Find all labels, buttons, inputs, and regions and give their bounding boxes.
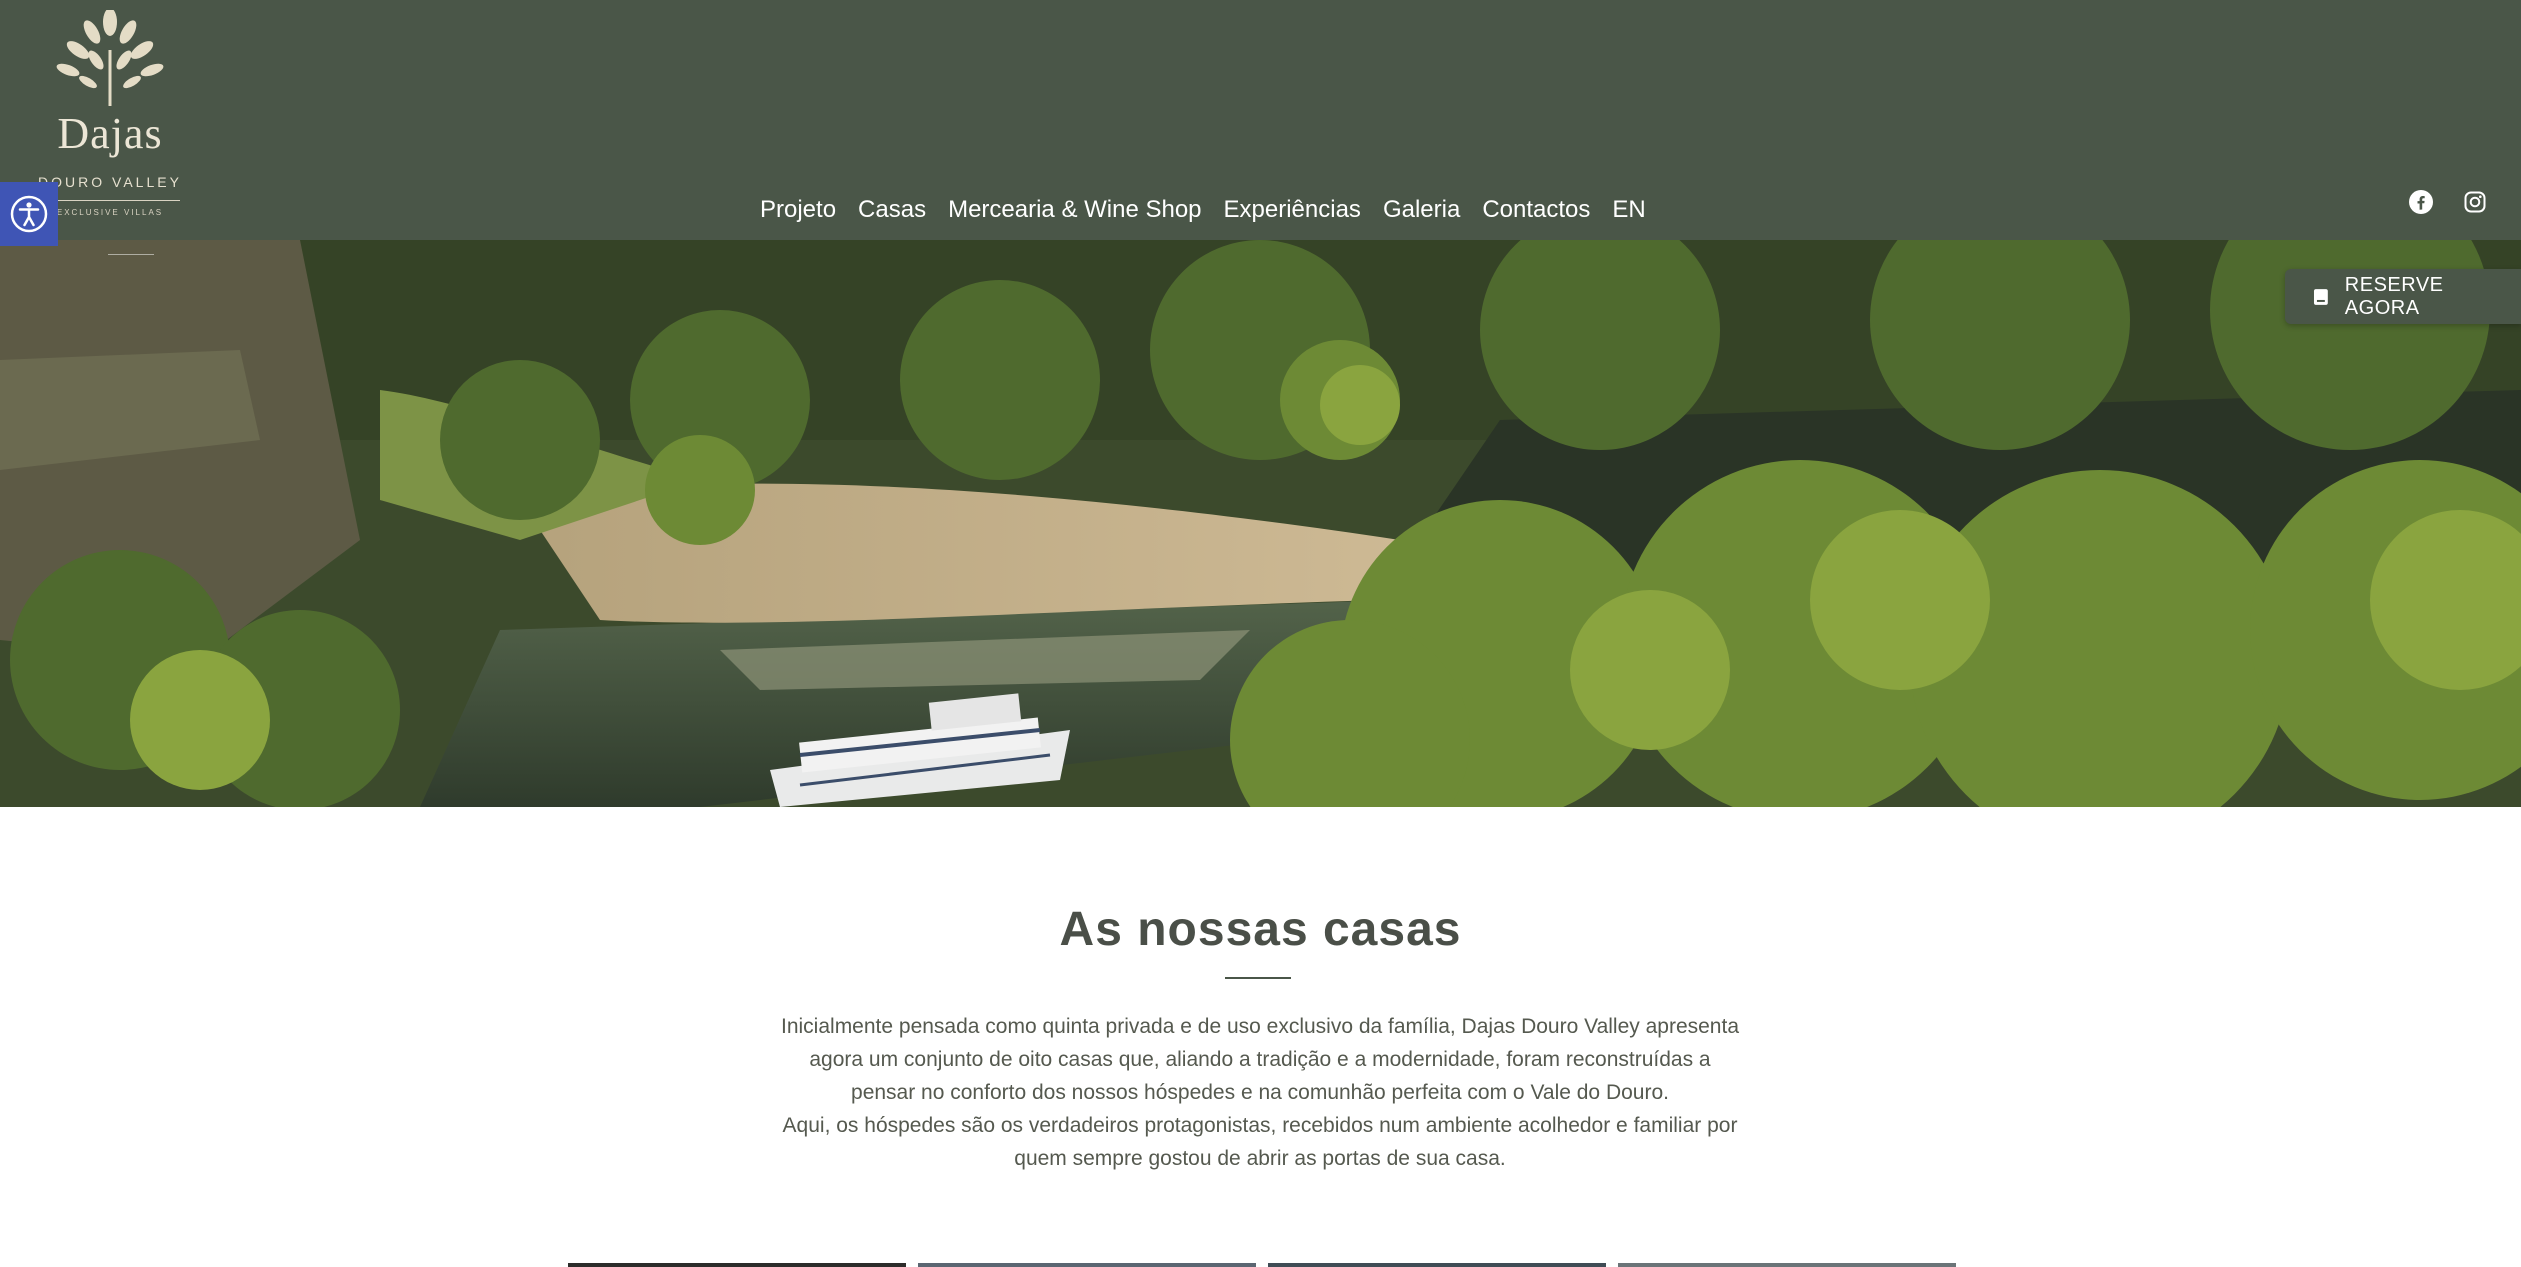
section-intro: Inicialmente pensada como quinta privada… xyxy=(780,1010,1740,1175)
house-thumbnail[interactable] xyxy=(568,1263,906,1267)
facebook-icon[interactable] xyxy=(2409,190,2433,214)
social-links xyxy=(2409,190,2487,214)
tree-logo-icon xyxy=(56,10,164,106)
accessibility-icon xyxy=(10,195,48,233)
accessibility-button[interactable] xyxy=(0,182,58,246)
logo-brand: Dajas xyxy=(57,109,163,158)
house-thumbnail[interactable] xyxy=(1618,1263,1956,1267)
book-icon xyxy=(2313,288,2328,305)
reserve-now-button[interactable]: RESERVE AGORA xyxy=(2285,269,2521,324)
nav-item-contactos[interactable]: Contactos xyxy=(1482,196,1590,224)
menu-toggle[interactable] xyxy=(108,254,154,255)
hero-image xyxy=(0,240,2521,807)
reserve-now-label: RESERVE AGORA xyxy=(2344,273,2444,319)
nav-item-galeria[interactable]: Galeria xyxy=(1383,196,1460,224)
intro-paragraph-1: Inicialmente pensada como quinta privada… xyxy=(781,1015,1739,1104)
title-divider xyxy=(1225,977,1291,979)
nav-item-mercearia[interactable]: Mercearia & Wine Shop xyxy=(948,196,1201,224)
douro-landscape-illustration xyxy=(0,240,2521,807)
main-nav: Projeto Casas Mercearia & Wine Shop Expe… xyxy=(760,196,1646,224)
nav-item-language[interactable]: EN xyxy=(1612,196,1645,224)
logo-divider xyxy=(40,200,180,201)
house-thumbnails-row xyxy=(568,1263,1956,1267)
intro-paragraph-2: Aqui, os hóspedes são os verdadeiros pro… xyxy=(782,1114,1738,1170)
instagram-icon[interactable] xyxy=(2463,190,2487,214)
house-thumbnail[interactable] xyxy=(918,1263,1256,1267)
house-thumbnail[interactable] xyxy=(1268,1263,1606,1267)
nav-item-projeto[interactable]: Projeto xyxy=(760,196,836,224)
nav-item-experiencias[interactable]: Experiências xyxy=(1224,196,1361,224)
nav-item-casas[interactable]: Casas xyxy=(858,196,926,224)
site-header: Dajas DOURO VALLEY EXCLUSIVE VILLAS Proj… xyxy=(0,0,2521,240)
section-title: As nossas casas xyxy=(1059,903,1462,956)
